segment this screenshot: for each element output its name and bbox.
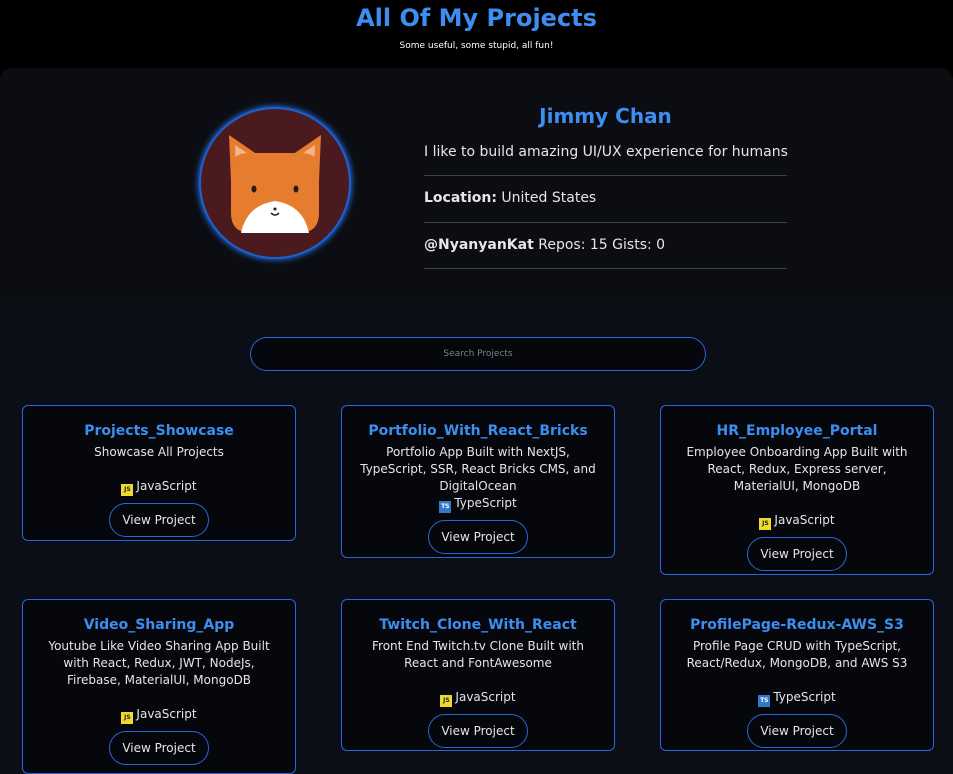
- project-title: Twitch_Clone_With_React: [379, 617, 577, 633]
- divider: [424, 175, 787, 176]
- page-subtitle: Some useful, some stupid, all fun!: [399, 41, 554, 51]
- view-project-button[interactable]: View Project: [428, 520, 528, 554]
- project-card: ProfilePage-Redux-AWS_S3 Profile Page CR…: [660, 599, 934, 751]
- javascript-icon: JS: [440, 695, 453, 707]
- project-card: HR_Employee_Portal Employee Onboarding A…: [660, 405, 934, 575]
- language-label: TypeScript: [773, 690, 836, 704]
- divider: [424, 222, 787, 223]
- project-description: Youtube Like Video Sharing App Built wit…: [48, 639, 270, 687]
- project-language: JS JavaScript: [23, 707, 295, 724]
- page-title: All Of My Projects: [356, 4, 597, 32]
- fox-avatar-icon: [199, 107, 351, 259]
- project-card: Twitch_Clone_With_React Front End Twitch…: [341, 599, 615, 751]
- project-title: ProfilePage-Redux-AWS_S3: [690, 617, 904, 633]
- project-language: JS JavaScript: [342, 690, 614, 707]
- gists-count: 0: [656, 237, 666, 253]
- language-label: JavaScript: [455, 690, 516, 704]
- view-project-button[interactable]: View Project: [109, 503, 209, 537]
- divider: [424, 268, 787, 269]
- gists-label: Gists:: [612, 237, 652, 253]
- project-title: Portfolio_With_React_Bricks: [368, 423, 588, 439]
- profile-section: Jimmy Chan I like to build amazing UI/UX…: [0, 68, 953, 303]
- project-description: Showcase All Projects: [94, 445, 224, 459]
- github-username: @NyanyanKat: [424, 237, 534, 253]
- project-language: JS JavaScript: [23, 479, 295, 496]
- project-language: TS TypeScript: [342, 496, 614, 513]
- javascript-icon: JS: [121, 712, 134, 724]
- repos-label: Repos:: [538, 237, 586, 253]
- project-language: JS JavaScript: [661, 513, 933, 530]
- typescript-icon: TS: [439, 501, 452, 513]
- project-title: HR_Employee_Portal: [716, 423, 878, 439]
- profile-location: Location: United States: [424, 190, 596, 206]
- project-title: Projects_Showcase: [84, 423, 234, 439]
- search-input[interactable]: [250, 337, 706, 371]
- javascript-icon: JS: [121, 484, 134, 496]
- project-language: TS TypeScript: [661, 690, 933, 707]
- repos-count: 15: [589, 237, 608, 253]
- project-card: Video_Sharing_App Youtube Like Video Sha…: [22, 599, 296, 774]
- project-card: Projects_Showcase Showcase All Projects …: [22, 405, 296, 541]
- project-description: Portfolio App Built with NextJS, TypeScr…: [360, 445, 596, 493]
- view-project-button[interactable]: View Project: [747, 714, 847, 748]
- view-project-button[interactable]: View Project: [109, 731, 209, 765]
- language-label: JavaScript: [774, 513, 835, 527]
- profile-name: Jimmy Chan: [539, 104, 672, 128]
- language-label: JavaScript: [136, 707, 197, 721]
- language-label: TypeScript: [454, 496, 517, 510]
- view-project-button[interactable]: View Project: [747, 537, 847, 571]
- view-project-button[interactable]: View Project: [428, 714, 528, 748]
- typescript-icon: TS: [758, 695, 771, 707]
- javascript-icon: JS: [759, 518, 772, 530]
- project-card: Portfolio_With_React_Bricks Portfolio Ap…: [341, 405, 615, 558]
- project-description: Front End Twitch.tv Clone Built with Rea…: [372, 639, 584, 670]
- project-title: Video_Sharing_App: [83, 617, 235, 633]
- profile-github-stats: @NyanyanKat Repos: 15 Gists: 0: [424, 237, 665, 253]
- location-label: Location:: [424, 190, 497, 206]
- project-description: Employee Onboarding App Built with React…: [686, 445, 908, 493]
- project-description: Profile Page CRUD with TypeScript, React…: [686, 639, 908, 670]
- language-label: JavaScript: [136, 479, 197, 493]
- location-value: United States: [501, 190, 597, 206]
- profile-bio: I like to build amazing UI/UX experience…: [424, 144, 788, 160]
